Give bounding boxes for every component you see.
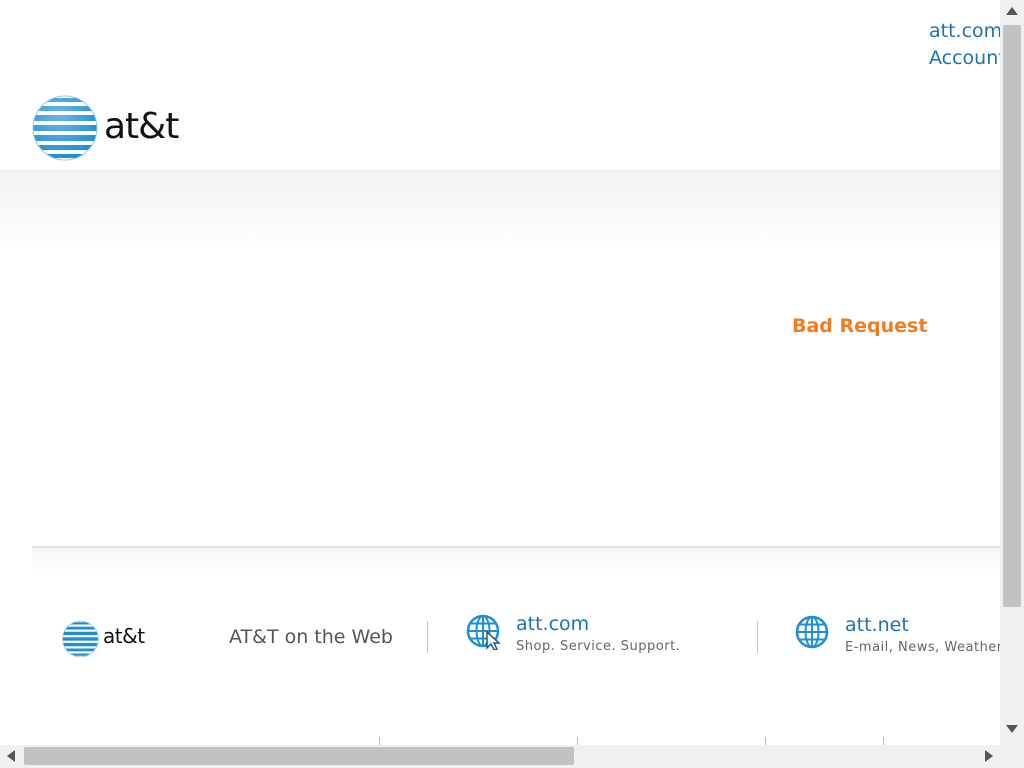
footer-separator [427, 621, 428, 653]
main-content [0, 170, 1000, 548]
footer-link-separator [379, 737, 380, 745]
scroll-up-arrow-icon[interactable] [1004, 4, 1020, 18]
site-subtitle: Shop. Service. Support. [516, 639, 681, 654]
att-logo[interactable]: at&t [32, 94, 182, 164]
globe-icon [795, 615, 829, 649]
att-com-link[interactable]: att.com [929, 18, 1000, 45]
site-title: att.net [845, 614, 909, 636]
footer-link-separator [765, 737, 766, 745]
footer-shade [32, 548, 1000, 578]
footer-globe-icon [62, 620, 99, 658]
scroll-right-arrow-icon[interactable] [982, 748, 996, 764]
scroll-down-arrow-icon[interactable] [1004, 722, 1020, 736]
footer-web-label: AT&T on the Web [229, 626, 393, 648]
globe-cursor-icon [466, 614, 501, 650]
footer-att-com-link[interactable]: att.com Shop. Service. Support. [466, 613, 706, 658]
footer-link-separator [883, 737, 884, 745]
site-title: att.com [516, 613, 590, 635]
account-link[interactable]: Account [929, 45, 1000, 72]
scroll-left-arrow-icon[interactable] [4, 748, 18, 764]
footer-logo-wordmark: at&t [103, 624, 145, 648]
footer-separator [757, 621, 758, 653]
page-viewport: att.com Account at&t Bad Request at&t AT… [0, 0, 1000, 745]
vertical-scrollbar-thumb[interactable] [1003, 25, 1021, 607]
footer-link-separator [577, 737, 578, 745]
logo-wordmark: at&t [104, 106, 179, 147]
header-links: att.com Account [929, 18, 1000, 72]
error-title: Bad Request [792, 315, 928, 337]
att-globe-icon [32, 95, 98, 161]
horizontal-scrollbar-thumb[interactable] [24, 747, 574, 765]
scrollbar-corner [1000, 745, 1024, 768]
footer-bottom-links-cut [0, 737, 1000, 745]
footer-att-logo[interactable]: at&t [62, 620, 152, 660]
site-subtitle: E-mail, News, Weather [845, 640, 1000, 655]
footer-att-net-link[interactable]: att.net E-mail, News, Weather [795, 614, 1000, 658]
